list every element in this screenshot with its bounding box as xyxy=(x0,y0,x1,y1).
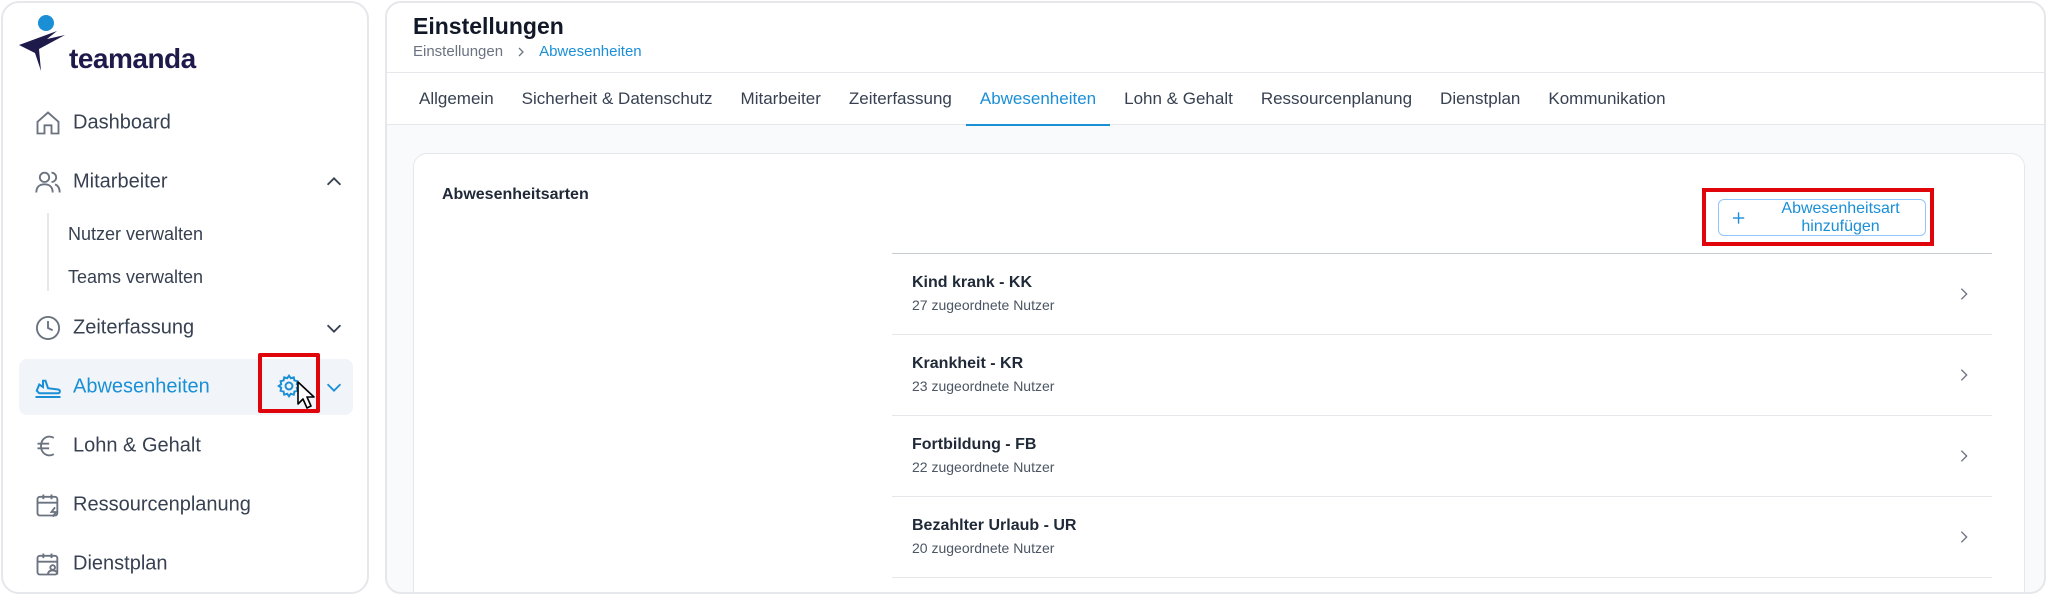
assigned-users-count: 27 zugeordnete Nutzer xyxy=(912,297,1055,313)
tab-zeiterfassung[interactable]: Zeiterfassung xyxy=(835,73,966,125)
breadcrumb-item-abwesenheiten[interactable]: Abwesenheiten xyxy=(539,43,642,60)
settings-tabs: Allgemein Sicherheit & Datenschutz Mitar… xyxy=(405,73,1680,126)
tab-ressourcenplanung[interactable]: Ressourcenplanung xyxy=(1247,73,1426,125)
teamanda-logo[interactable]: teamanda xyxy=(17,13,207,74)
sidebar-item-ressourcenplanung[interactable]: Ressourcenplanung xyxy=(19,477,353,533)
tab-lohn-gehalt[interactable]: Lohn & Gehalt xyxy=(1110,73,1247,125)
sidebar-item-label: Dashboard xyxy=(73,111,171,134)
tab-sicherheit-datenschutz[interactable]: Sicherheit & Datenschutz xyxy=(508,73,727,125)
sidebar-subitem-nutzer-verwalten[interactable]: Nutzer verwalten xyxy=(68,224,203,245)
sidebar-item-label: Lohn & Gehalt xyxy=(73,434,201,457)
add-absence-type-button[interactable]: Abwesenheitsart hinzufügen xyxy=(1718,199,1926,236)
main-panel: Einstellungen Einstellungen Abwesenheite… xyxy=(385,1,2046,594)
list-item[interactable]: Krankheit - KR 23 zugeordnete Nutzer xyxy=(892,335,1992,416)
chevron-right-icon xyxy=(518,47,524,56)
tab-allgemein[interactable]: Allgemein xyxy=(405,73,508,125)
absence-type-title: Krankheit - KR xyxy=(912,355,1024,372)
tab-mitarbeiter[interactable]: Mitarbeiter xyxy=(727,73,835,125)
sidebar-item-label: Abwesenheiten xyxy=(73,375,210,398)
sidebar-item-lohn-gehalt[interactable]: Lohn & Gehalt xyxy=(19,418,353,474)
list-item[interactable]: Bezahlter Urlaub - UR 20 zugeordnete Nut… xyxy=(892,497,1992,578)
chevron-right-icon xyxy=(1960,369,1968,381)
home-icon xyxy=(33,108,63,138)
calendar-user-icon xyxy=(33,549,63,579)
tab-kommunikation[interactable]: Kommunikation xyxy=(1534,73,1679,125)
page-title: Einstellungen xyxy=(413,13,564,39)
assigned-users-count: 23 zugeordnete Nutzer xyxy=(912,378,1055,394)
absence-type-title: Kind krank - KK xyxy=(912,274,1033,291)
mouse-cursor-icon xyxy=(297,381,315,409)
clock-icon xyxy=(33,313,63,343)
assigned-users-count: 20 zugeordnete Nutzer xyxy=(912,540,1055,556)
add-button-label: Abwesenheitsart hinzufügen xyxy=(1781,199,1900,235)
absence-type-title: Bezahlter Urlaub - UR xyxy=(912,517,1077,534)
sidebar-item-label: Dienstplan xyxy=(73,552,168,575)
breadcrumb: Einstellungen Abwesenheiten xyxy=(413,43,642,60)
sidebar-item-dienstplan[interactable]: Dienstplan xyxy=(19,536,353,592)
tab-dienstplan[interactable]: Dienstplan xyxy=(1426,73,1534,125)
breadcrumb-item-einstellungen[interactable]: Einstellungen xyxy=(413,43,503,60)
absence-type-list: Kind krank - KK 27 zugeordnete Nutzer Kr… xyxy=(892,253,1992,578)
sidebar-item-label: Zeiterfassung xyxy=(73,316,195,339)
euro-icon xyxy=(33,431,63,461)
sidebar-item-label: Mitarbeiter xyxy=(73,170,168,193)
sidebar-item-mitarbeiter[interactable]: Mitarbeiter xyxy=(19,154,353,210)
users-icon xyxy=(33,167,63,197)
main-header: Einstellungen Einstellungen Abwesenheite… xyxy=(387,3,2044,126)
logo-mark-icon xyxy=(19,15,65,71)
absence-types-card: Abwesenheitsarten Abwesenheitsart hinzuf… xyxy=(413,153,2025,592)
chevron-up-icon[interactable] xyxy=(323,171,345,193)
tab-abwesenheiten[interactable]: Abwesenheiten xyxy=(965,73,1111,126)
brand-name: teamanda xyxy=(69,43,196,74)
chevron-right-icon xyxy=(1960,450,1968,462)
submenu-tree-line xyxy=(47,213,49,291)
sidebar-subitem-teams-verwalten[interactable]: Teams verwalten xyxy=(68,267,203,288)
chevron-right-icon xyxy=(1960,288,1968,300)
calendar-icon xyxy=(33,490,63,520)
chevron-down-icon[interactable] xyxy=(323,317,345,339)
sidebar-item-zeiterfassung[interactable]: Zeiterfassung xyxy=(19,300,353,356)
card-title: Abwesenheitsarten xyxy=(442,186,589,203)
assigned-users-count: 22 zugeordnete Nutzer xyxy=(912,459,1055,475)
list-item[interactable]: Kind krank - KK 27 zugeordnete Nutzer xyxy=(892,254,1992,335)
chevron-right-icon xyxy=(1960,531,1968,543)
sidebar: teamanda Dashboard Mitarbeiter Nutzer ve… xyxy=(1,1,369,594)
sidebar-item-dashboard[interactable]: Dashboard xyxy=(19,95,353,151)
absence-type-title: Fortbildung - FB xyxy=(912,436,1037,453)
plane-icon xyxy=(33,372,63,402)
list-item[interactable]: Fortbildung - FB 22 zugeordnete Nutzer xyxy=(892,416,1992,497)
plus-icon xyxy=(1732,211,1745,224)
chevron-down-icon[interactable] xyxy=(323,376,345,398)
sidebar-item-label: Ressourcenplanung xyxy=(73,493,251,516)
